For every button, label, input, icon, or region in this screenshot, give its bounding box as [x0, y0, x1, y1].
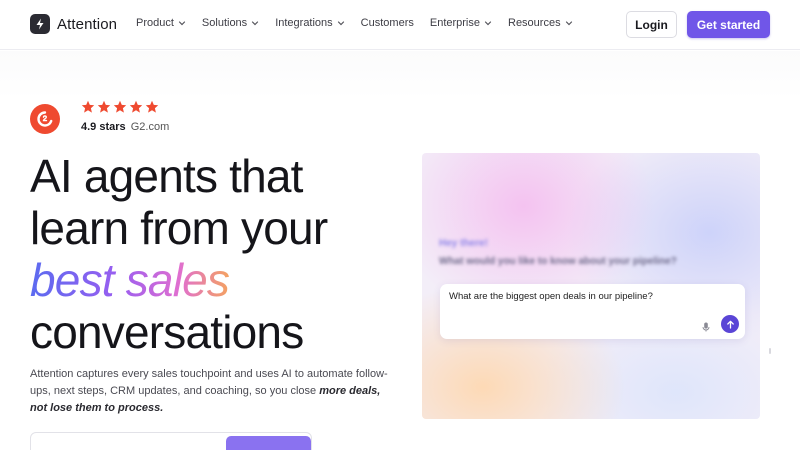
brand-name: Attention [57, 15, 118, 33]
star-rating [81, 100, 161, 114]
arrow-up-icon [726, 320, 734, 329]
microphone-icon[interactable] [702, 319, 710, 332]
chevron-down-icon [484, 21, 492, 26]
nav-link-label: Product [136, 17, 174, 29]
chat-greeting: Hey there! [439, 238, 488, 249]
lightning-icon [30, 14, 50, 34]
chat-question: What would you like to know about your p… [439, 256, 677, 267]
hero-chat-preview: Hey there! What would you like to know a… [422, 153, 760, 419]
nav-link-customers[interactable]: Customers [361, 17, 414, 29]
headline-line-2: learn from your [30, 202, 328, 254]
headline-line-1: AI agents that [30, 150, 303, 202]
nav-link-label: Customers [360, 17, 414, 29]
star-icon [129, 100, 143, 113]
nav-links: Product Solutions Integrations Customers Ent… [136, 17, 589, 29]
nav-link-product[interactable]: Product [136, 17, 186, 29]
nav-link-label: Enterprise [429, 17, 480, 29]
headline-highlight: best sales [30, 254, 230, 306]
login-button[interactable]: Login [626, 11, 677, 38]
star-icon [81, 100, 95, 113]
brand-logo[interactable]: Attention [30, 14, 117, 34]
chevron-down-icon [565, 21, 572, 26]
star-icon [145, 100, 159, 113]
top-nav: Attention Product Solutions Integrations Cu… [0, 0, 800, 50]
rating-source: G2.com [130, 121, 170, 133]
nav-link-label: Solutions [201, 17, 248, 29]
send-button[interactable] [721, 315, 739, 333]
email-submit-button[interactable] [226, 436, 311, 450]
nav-link-label: Integrations [275, 17, 333, 29]
nav-link-resources[interactable]: Resources [508, 17, 573, 29]
star-icon [113, 100, 127, 113]
chevron-down-icon [337, 21, 344, 26]
chat-prompt-box[interactable]: What are the biggest open deals in our p… [440, 284, 745, 339]
get-started-button[interactable]: Get started [687, 11, 770, 38]
nav-link-integrations[interactable]: Integrations [275, 17, 344, 29]
rating-score: 4.9 stars [81, 121, 126, 133]
scrollbar-indicator[interactable] [769, 348, 771, 354]
hero-subtitle: Attention captures every sales touchpoin… [30, 366, 400, 417]
header-band [0, 51, 800, 99]
chat-prompt-text: What are the biggest open deals in our p… [449, 291, 653, 302]
rating-text: 4.9 stars G2.com [81, 121, 169, 133]
star-icon [97, 100, 111, 113]
g2-logo-icon [30, 104, 60, 134]
headline-line-4: conversations [30, 306, 304, 358]
nav-link-enterprise[interactable]: Enterprise [430, 17, 492, 29]
nav-link-solutions[interactable]: Solutions [202, 17, 259, 29]
chevron-down-icon [178, 21, 186, 26]
hero-headline: AI agents that learn from your best sale… [30, 150, 328, 358]
nav-link-label: Resources [508, 17, 561, 29]
chevron-down-icon [252, 21, 259, 26]
